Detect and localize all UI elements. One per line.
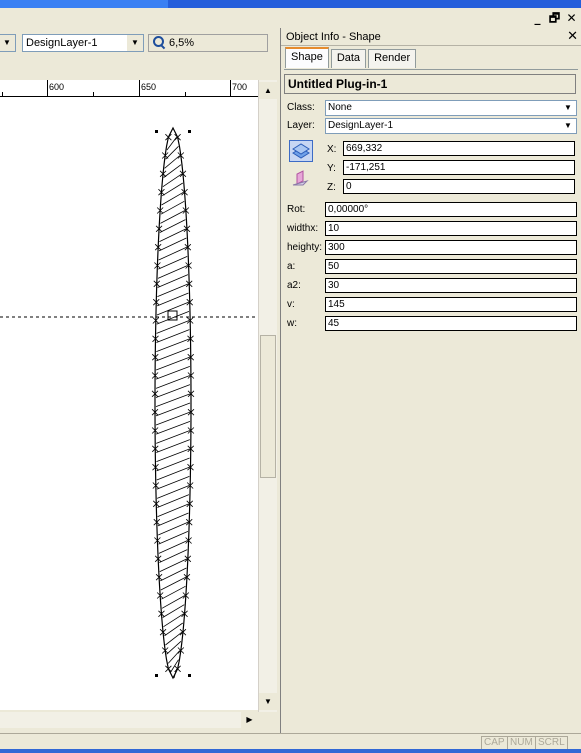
screen-plane-icon[interactable] (289, 168, 313, 190)
param-field[interactable]: 45 (325, 316, 577, 331)
param-row-a2: a2: 30 (287, 278, 579, 294)
mdi-control-bar: _ 🗗 ✕ (0, 8, 581, 30)
param-row-w: w: 45 (287, 316, 579, 332)
view-toolbar: ▼ DesignLayer-1 ▼ 6,5% (0, 31, 278, 55)
vertical-scrollbar[interactable]: ▲ ▼ (258, 80, 277, 712)
param-field[interactable]: 145 (325, 297, 577, 312)
param-label: Rot: (287, 204, 306, 215)
plugin-shape[interactable] (151, 126, 195, 680)
ruler-label: 700 (232, 82, 248, 92)
chevron-down-icon: ▼ (0, 35, 15, 51)
scroll-thumb[interactable] (260, 335, 276, 478)
z-field[interactable]: 0 (343, 179, 575, 194)
drawing-canvas[interactable] (0, 80, 258, 710)
y-label: Y: (327, 163, 336, 174)
layer-row: Layer: DesignLayer-1 ▼ (287, 118, 579, 134)
horizontal-ruler: 600 650 700 (0, 80, 258, 97)
center-marker (167, 310, 178, 321)
ruler-label: 600 (49, 82, 65, 92)
param-label: a: (287, 261, 296, 272)
layer-plane-icon[interactable] (289, 140, 313, 162)
scroll-down-icon[interactable]: ▼ (259, 693, 277, 710)
palette-title: Object Info - Shape (286, 31, 381, 43)
magnifier-icon (153, 36, 165, 48)
param-label: w: (287, 318, 297, 329)
layer-dropdown-value: DesignLayer-1 (26, 37, 98, 49)
scroll-lock-indicator: SCRL (535, 736, 568, 750)
z-label: Z: (327, 182, 336, 193)
object-info-palette: Object Info - Shape ✕ Shape Data Render … (280, 28, 581, 733)
param-row-v: v: 145 (287, 297, 579, 313)
class-dropdown-partial[interactable]: ▼ (0, 34, 16, 52)
ruler-label: 650 (141, 82, 157, 92)
class-row: Class: None ▼ (287, 100, 579, 116)
restore-icon[interactable]: 🗗 (548, 12, 561, 25)
y-field[interactable]: -171,251 (343, 160, 575, 175)
param-field[interactable]: 300 (325, 240, 577, 255)
palette-tabs: Shape Data Render (285, 47, 418, 69)
tab-data[interactable]: Data (330, 49, 367, 68)
zoom-value: 6,5% (169, 37, 195, 49)
param-row-a: a: 50 (287, 259, 579, 275)
num-lock-indicator: NUM (507, 736, 536, 750)
zoom-field[interactable]: 6,5% (148, 34, 268, 52)
layer-select-value: DesignLayer-1 (328, 120, 394, 131)
chevron-down-icon: ▼ (564, 103, 572, 112)
param-label: widthx: (287, 223, 319, 234)
palette-titlebar[interactable]: Object Info - Shape ✕ (281, 28, 581, 46)
param-row-widthx: widthx: 10 (287, 221, 579, 237)
param-label: heighty: (287, 242, 323, 253)
drawing-svg (0, 126, 258, 680)
object-name: Untitled Plug-in-1 (284, 74, 576, 94)
scroll-up-icon[interactable]: ▲ (259, 82, 277, 99)
layer-select[interactable]: DesignLayer-1 ▼ (325, 118, 577, 134)
close-icon[interactable]: ✕ (565, 12, 578, 25)
param-row-rot: Rot: 0,00000° (287, 202, 579, 218)
selection-handle[interactable] (155, 130, 158, 133)
caps-lock-indicator: CAP (481, 736, 508, 750)
x-field[interactable]: 669,332 (343, 141, 575, 156)
param-field[interactable]: 0,00000° (325, 202, 577, 217)
chevron-down-icon: ▼ (564, 121, 572, 130)
chevron-down-icon: ▼ (127, 35, 143, 51)
selection-handle[interactable] (155, 674, 158, 677)
window-titlebar-strip (0, 0, 581, 8)
selection-handle[interactable] (188, 674, 191, 677)
param-label: a2: (287, 280, 301, 291)
selection-handle[interactable] (188, 130, 191, 133)
scroll-right-icon[interactable]: ▶ (241, 712, 258, 728)
param-field[interactable]: 50 (325, 259, 577, 274)
layer-dropdown[interactable]: DesignLayer-1 ▼ (22, 34, 144, 52)
param-label: v: (287, 299, 295, 310)
param-row-heighty: heighty: 300 (287, 240, 579, 256)
class-select-value: None (328, 102, 352, 113)
param-field[interactable]: 30 (325, 278, 577, 293)
param-field[interactable]: 10 (325, 221, 577, 236)
class-label: Class: (287, 102, 315, 113)
close-icon[interactable]: ✕ (567, 29, 578, 44)
horizontal-scrollbar[interactable]: ▶ (0, 712, 258, 728)
tab-shape[interactable]: Shape (285, 47, 329, 68)
class-select[interactable]: None ▼ (325, 100, 577, 116)
layer-label: Layer: (287, 120, 315, 131)
coordinate-group: X: 669,332 Y: -171,251 Z: 0 (287, 138, 577, 198)
minimize-icon[interactable]: _ (531, 12, 544, 25)
tab-render[interactable]: Render (368, 49, 417, 68)
x-label: X: (327, 144, 337, 155)
taskbar-edge (0, 749, 581, 753)
